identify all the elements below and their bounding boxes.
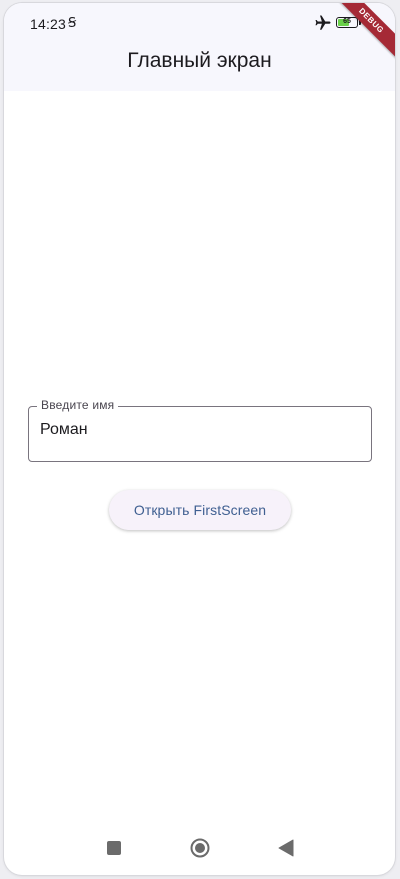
sim-s-icon: Ꞩ bbox=[68, 15, 77, 30]
battery-icon: 65 bbox=[336, 17, 358, 28]
open-first-screen-button[interactable]: Открыть FirstScreen bbox=[109, 490, 291, 530]
name-input[interactable] bbox=[40, 421, 360, 439]
page-title: Главный экран bbox=[127, 49, 272, 72]
recents-square-icon[interactable] bbox=[107, 841, 121, 855]
phone-screen: 14:23 Ꞩ 65 DEBUG Главный экран Введите и… bbox=[4, 3, 395, 875]
status-time: 14:23 bbox=[30, 16, 67, 32]
name-field[interactable]: Введите имя bbox=[28, 398, 372, 462]
home-circle-icon[interactable] bbox=[190, 838, 210, 858]
airplane-icon bbox=[315, 15, 331, 30]
battery-level-text: 65 bbox=[343, 18, 351, 25]
back-triangle-icon[interactable] bbox=[278, 839, 294, 857]
name-field-label: Введите имя bbox=[37, 398, 119, 412]
